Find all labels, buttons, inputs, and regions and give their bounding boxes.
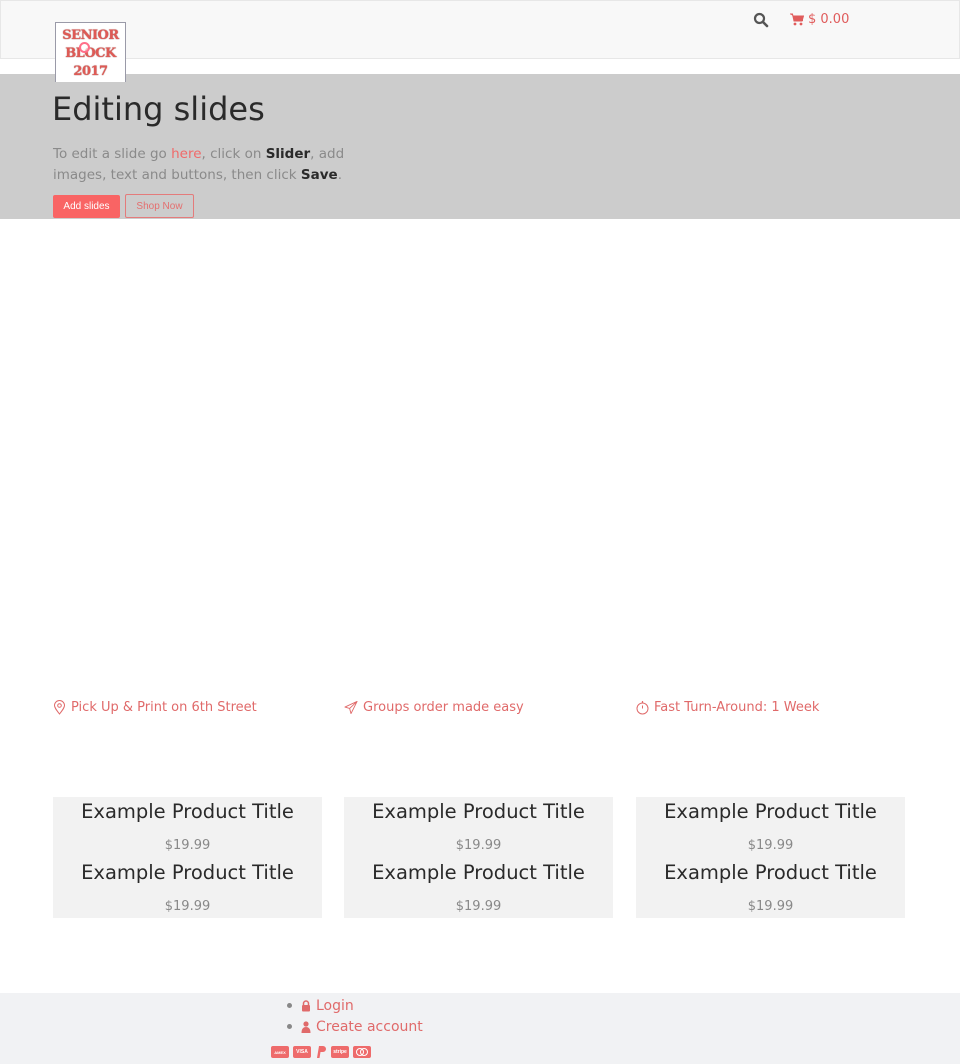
- create-account-link[interactable]: Create account: [287, 1016, 423, 1037]
- mastercard-icon: [353, 1046, 371, 1058]
- product-column: Example Product Title $19.99 Example Pro…: [53, 797, 322, 918]
- desc-text: .: [337, 167, 342, 183]
- product-title[interactable]: Example Product Title: [344, 800, 613, 823]
- product-price: $19.99: [747, 838, 794, 853]
- product-card[interactable]: Example Product Title $19.99: [53, 797, 322, 858]
- product-price: $19.99: [164, 899, 211, 914]
- payment-methods: AMEX VISA stripe: [271, 1046, 371, 1058]
- user-icon: [301, 1020, 311, 1033]
- search-button[interactable]: [753, 12, 769, 28]
- product-title[interactable]: Example Product Title: [636, 861, 905, 884]
- feature-label: Pick Up & Print on 6th Street: [71, 700, 257, 715]
- desc-bold-save: Save: [300, 167, 338, 183]
- product-title[interactable]: Example Product Title: [344, 861, 613, 884]
- desc-bold-slider: Slider: [265, 146, 311, 162]
- pay-label: VISA: [296, 1049, 308, 1055]
- product-title[interactable]: Example Product Title: [53, 800, 322, 823]
- product-card[interactable]: Example Product Title $19.99: [344, 797, 613, 858]
- paypal-glyph: [317, 1046, 326, 1058]
- feature-label: Groups order made easy: [363, 700, 524, 715]
- desc-text: , click on: [201, 146, 266, 162]
- list-bullet: [287, 1024, 292, 1029]
- shopping-cart-icon: [790, 13, 804, 26]
- product-price: $19.99: [455, 838, 502, 853]
- paper-plane-icon: [344, 700, 358, 715]
- logo-line-1: SENIOR: [62, 28, 119, 43]
- cart-total: $ 0.00: [808, 12, 850, 27]
- product-title[interactable]: Example Product Title: [53, 861, 322, 884]
- product-price: $19.99: [455, 899, 502, 914]
- slide-title: Editing slides: [52, 90, 265, 128]
- pay-label: stripe: [333, 1049, 347, 1055]
- feature-pickup: Pick Up & Print on 6th Street: [53, 700, 257, 715]
- product-card[interactable]: Example Product Title $19.99: [636, 797, 905, 858]
- stopwatch-icon: [636, 701, 649, 715]
- add-slides-button[interactable]: Add slides: [53, 195, 120, 218]
- visa-icon: VISA: [293, 1046, 311, 1058]
- login-label: Login: [316, 997, 354, 1014]
- product-column: Example Product Title $19.99 Example Pro…: [344, 797, 613, 918]
- account-links: Login Create account: [287, 995, 423, 1037]
- product-column: Example Product Title $19.99 Example Pro…: [636, 797, 905, 918]
- mastercard-glyph: [356, 1048, 368, 1056]
- logo-line-2: BLOCK: [65, 46, 116, 61]
- desc-text: To edit a slide go: [53, 146, 172, 162]
- site-header: $ 0.00: [0, 0, 960, 59]
- search-icon: [753, 12, 769, 28]
- shop-now-button[interactable]: Shop Now: [125, 194, 194, 218]
- stripe-icon: stripe: [331, 1046, 349, 1058]
- map-pin-icon: [53, 700, 66, 715]
- product-card[interactable]: Example Product Title $19.99: [53, 858, 322, 919]
- slide-description: To edit a slide go here, click on Slider…: [53, 144, 363, 186]
- lock-icon: [302, 999, 310, 1011]
- list-bullet: [287, 1003, 292, 1008]
- logo-ring-graphic: [79, 42, 90, 53]
- american-express-icon: AMEX: [271, 1046, 289, 1058]
- logo-line-3: 2017: [73, 64, 108, 79]
- product-price: $19.99: [164, 838, 211, 853]
- cart-link[interactable]: $ 0.00: [790, 12, 849, 27]
- create-account-label: Create account: [316, 1018, 423, 1035]
- product-price: $19.99: [747, 899, 794, 914]
- paypal-icon: [315, 1046, 327, 1058]
- product-card[interactable]: Example Product Title $19.99: [636, 858, 905, 919]
- feature-groups: Groups order made easy: [344, 700, 524, 715]
- product-title[interactable]: Example Product Title: [636, 800, 905, 823]
- pay-label: AMEX: [274, 1049, 286, 1055]
- site-footer: Login Create account AMEX VISA stripe: [0, 993, 960, 1064]
- site-logo[interactable]: SENIOR BLOCK 2017: [55, 22, 126, 82]
- edit-slides-link[interactable]: here: [171, 146, 201, 162]
- feature-label: Fast Turn-Around: 1 Week: [654, 700, 820, 715]
- feature-turnaround: Fast Turn-Around: 1 Week: [636, 700, 819, 715]
- product-card[interactable]: Example Product Title $19.99: [344, 858, 613, 919]
- login-link[interactable]: Login: [287, 995, 423, 1016]
